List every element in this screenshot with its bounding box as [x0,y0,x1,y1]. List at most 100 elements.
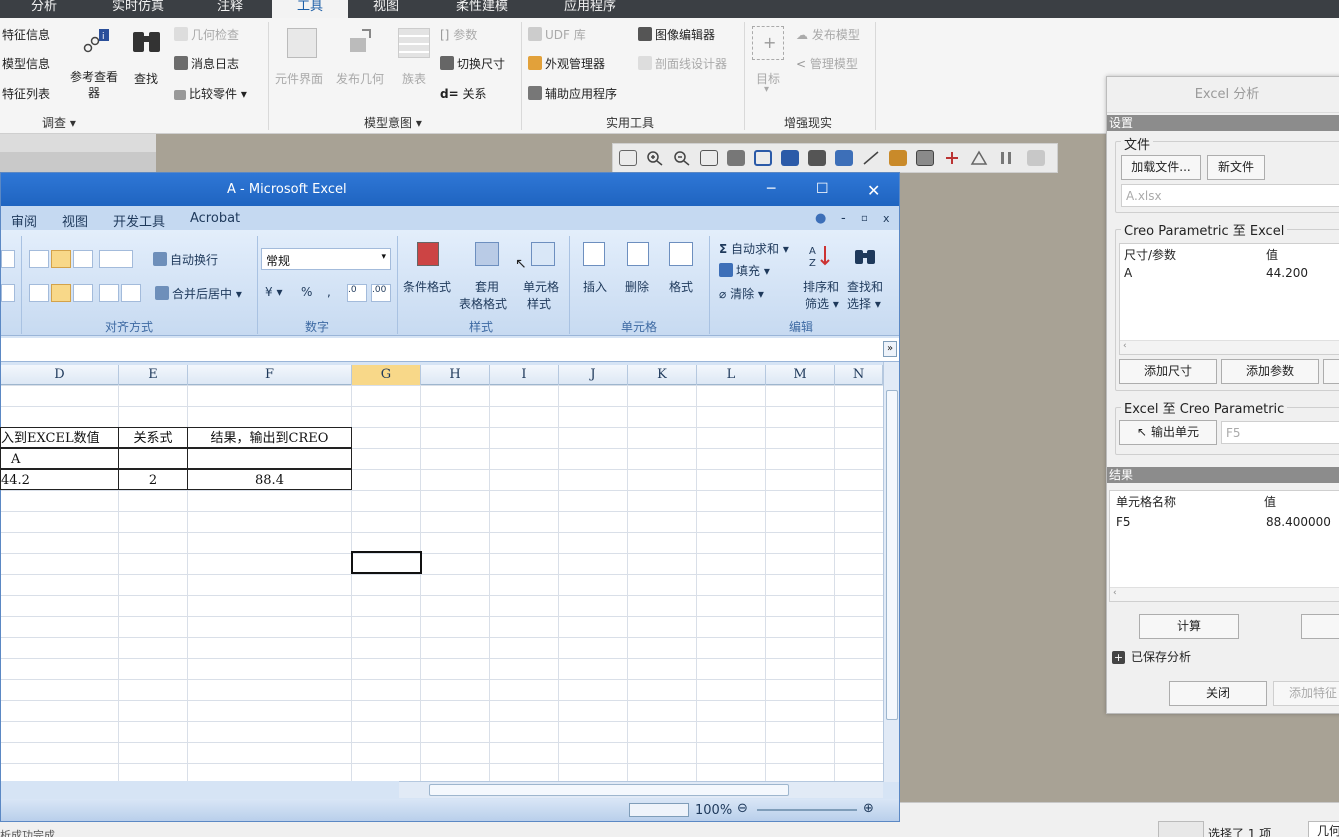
expand-formula-bar-icon[interactable]: » [883,341,897,357]
model-info-button[interactable]: 模型信息 [2,55,50,72]
formula-bar[interactable]: » [1,338,899,362]
scroll-left-icon[interactable]: ‹ [1123,341,1127,351]
pan-icon[interactable] [943,150,961,166]
manage-model-button[interactable]: < 管理模型 [796,55,858,72]
column-header[interactable]: D [1,365,119,385]
datum-display-icon[interactable] [889,150,907,166]
format-as-table-button-line2[interactable]: 表格格式 [459,295,507,312]
ribbon-minimize-icon[interactable]: - [841,211,846,226]
publish-model-button[interactable]: ☁ 发布模型 [796,26,860,43]
tab-review[interactable]: 审阅 [11,211,37,230]
message-log-button[interactable]: 消息日志 [174,55,239,72]
column-header[interactable]: L [697,365,766,385]
filter-select[interactable]: 几何 [1308,821,1339,837]
sort-filter-button-line2[interactable]: 筛选 ▾ [805,295,839,312]
cell-d5[interactable]: 44.2 [0,469,119,490]
align-right-icon[interactable] [73,284,93,302]
perspective-icon[interactable] [835,150,853,166]
spin-center-icon[interactable] [916,150,934,166]
vertical-scroll-thumb[interactable] [886,390,898,720]
feature-info-button[interactable]: 特征信息 [2,26,50,43]
saved-analysis-toggle[interactable]: + 已保存分析 [1112,648,1191,665]
column-header[interactable]: M [766,365,835,385]
component-interface-button[interactable]: 元件界面 [275,70,323,87]
find-select-button-line2[interactable]: 选择 ▾ [847,295,881,312]
tab-applications[interactable]: 应用程序 [548,0,632,18]
percent-icon[interactable]: % [301,285,312,299]
increase-decimal-icon[interactable]: .0 [347,284,367,302]
feature-list-button[interactable]: 特征列表 [2,85,50,102]
tab-flexible-modeling[interactable]: 柔性建模 [440,0,524,18]
investigate-group-label[interactable]: 调查 ▾ [42,114,76,131]
scroll-left-icon[interactable]: ‹ [1113,588,1117,598]
cell-e3[interactable]: 关系式 [118,427,188,448]
merge-center-button[interactable]: 合并后居中 ▾ [155,285,242,302]
result-cell-name[interactable]: F5 [1116,515,1131,529]
geometry-check-button[interactable]: 几何检查 [174,26,239,43]
new-file-button[interactable]: 新文件 [1207,155,1265,180]
tab-acrobat[interactable]: Acrobat [190,211,240,226]
zoom-in-icon[interactable]: ⊕ [863,801,874,816]
add-dimension-button[interactable]: 添加尺寸 [1119,359,1217,384]
zoom-out-icon[interactable] [673,150,691,166]
worksheet-grid[interactable]: 入到EXCEL数值 关系式 结果，输出到CREO A 44.2 2 88.4 [0,385,883,781]
load-file-button[interactable]: 加载文件... [1121,155,1201,180]
column-header[interactable]: G [352,365,421,385]
settings-section-header[interactable]: 设置 [1107,115,1339,131]
decrease-decimal-icon[interactable]: .00 [371,284,391,302]
column-header[interactable]: J [559,365,628,385]
ribbon-restore-icon[interactable]: ▫ [861,213,868,224]
udf-library-button[interactable]: UDF 库 [528,26,586,43]
results-horizontal-scrollbar[interactable]: ‹ [1110,587,1339,601]
close-icon[interactable]: ✕ [867,181,880,200]
list-horizontal-scrollbar[interactable]: ‹ [1120,340,1339,354]
target-dropdown-icon[interactable]: ▾ [764,84,769,95]
insert-button[interactable]: 插入 [583,278,607,295]
column-header[interactable]: I [490,365,559,385]
selection-filter-icon[interactable] [1158,821,1204,837]
cell-f4[interactable] [187,448,352,469]
display-style-icon[interactable] [754,150,772,166]
switch-dimensions-button[interactable]: 切换尺寸 [440,55,505,72]
results-list[interactable]: 单元格名称 值 F5 88.400000 ‹ [1109,490,1339,602]
tab-annotate[interactable]: 注释 [200,0,260,18]
zoom-out-icon[interactable]: ⊖ [737,801,748,816]
zoom-in-icon[interactable] [646,150,664,166]
wrap-text-button[interactable]: 自动换行 [153,251,218,268]
conditional-format-button[interactable]: 条件格式 [403,278,451,295]
column-header[interactable]: H [421,365,490,385]
family-table-button[interactable]: 族表 [402,70,426,87]
appearance-manager-button[interactable]: 外观管理器 [528,55,605,72]
add-parameter-button[interactable]: 添加参数 [1221,359,1319,384]
horizontal-scroll-thumb[interactable] [429,784,789,796]
row-name[interactable]: A [1124,266,1132,280]
repaint-icon[interactable] [700,150,718,166]
auxiliary-application-button[interactable]: 辅助应用程序 [528,85,617,102]
output-cells-button[interactable]: ↖ 输出单元 [1119,420,1217,445]
orient-icon[interactable] [727,150,745,166]
relations-button[interactable]: d= 关系 [440,85,487,102]
horizontal-scrollbar[interactable] [399,781,883,798]
close-button[interactable]: 关闭 [1169,681,1267,706]
sort-filter-button[interactable]: 排序和 [803,278,839,295]
compare-part-button[interactable]: 比较零件 ▾ [174,85,247,102]
cell-d3[interactable]: 入到EXCEL数值 [0,427,119,448]
clear-button[interactable]: ⌀ 清除 ▾ [719,285,764,302]
autosum-button[interactable]: Σ 自动求和 ▾ [719,240,789,257]
info-button[interactable] [1301,614,1339,639]
decrease-indent-icon[interactable] [99,284,119,302]
column-header[interactable]: E [119,365,188,385]
view-buttons-icon[interactable] [629,803,689,817]
number-format-select[interactable]: 常规 ▾ [261,248,391,270]
align-center-icon[interactable] [51,284,71,302]
fill-button[interactable]: 填充 ▾ [719,262,770,279]
tab-realtime-sim[interactable]: 实时仿真 [100,0,176,18]
parameters-button[interactable]: [] 参数 [440,26,477,43]
cell-f5[interactable]: 88.4 [187,469,352,490]
maximize-icon[interactable]: ☐ [816,181,829,197]
find-select-button[interactable]: 查找和 [847,278,883,295]
tab-analysis[interactable]: 分析 [14,0,74,18]
active-cell-cursor[interactable] [351,551,422,574]
view-manager-icon[interactable] [808,150,826,166]
align-middle-icon[interactable] [51,250,71,268]
